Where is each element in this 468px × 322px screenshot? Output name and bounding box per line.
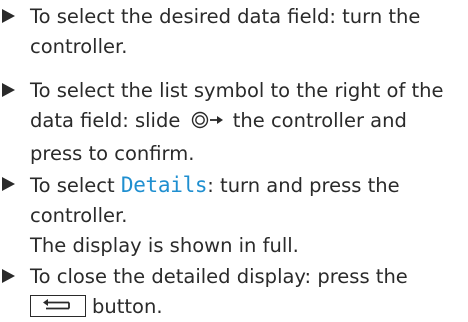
step-3-line-3: The display is shown in full. [30,234,299,257]
step-2-line-2-after: the controller and [226,109,407,132]
step-4-line-2-text: button. [92,295,163,318]
step-2-line-2-before: data field: slide [30,109,187,132]
controller-slide-right-icon [191,109,225,139]
step-3-line-1: To select Details: turn and press the [0,170,468,201]
step-3-line-1-after: : turn and press the [207,174,400,197]
step-4-line-1: To close the detailed display: press the [30,265,408,288]
step-select-list-symbol: To select the list symbol to the right o… [0,76,468,169]
instruction-page: To select the desired data field: turn t… [0,0,468,322]
step-2-line-3: press to confirm. [30,142,195,165]
step-3-line-1-before: To select [30,174,115,197]
step-2-line-1: To select the list symbol to the right o… [30,79,444,102]
step-close-detailed-display: To close the detailed display: press the… [0,262,468,322]
step-select-details: To select Details: turn and press the co… [0,170,468,261]
step-2-line-2: data field: slide the controller and [0,106,468,139]
step-select-data-field: To select the desired data field: turn t… [0,2,468,62]
step-1-line-1: To select the desired data field: turn t… [30,5,421,28]
step-1-line-2: controller. [30,35,128,58]
back-button-icon [30,295,86,317]
step-4-line-2: button. [0,292,468,322]
details-menu-term: Details [120,173,208,197]
step-3-line-2: controller. [30,204,128,227]
